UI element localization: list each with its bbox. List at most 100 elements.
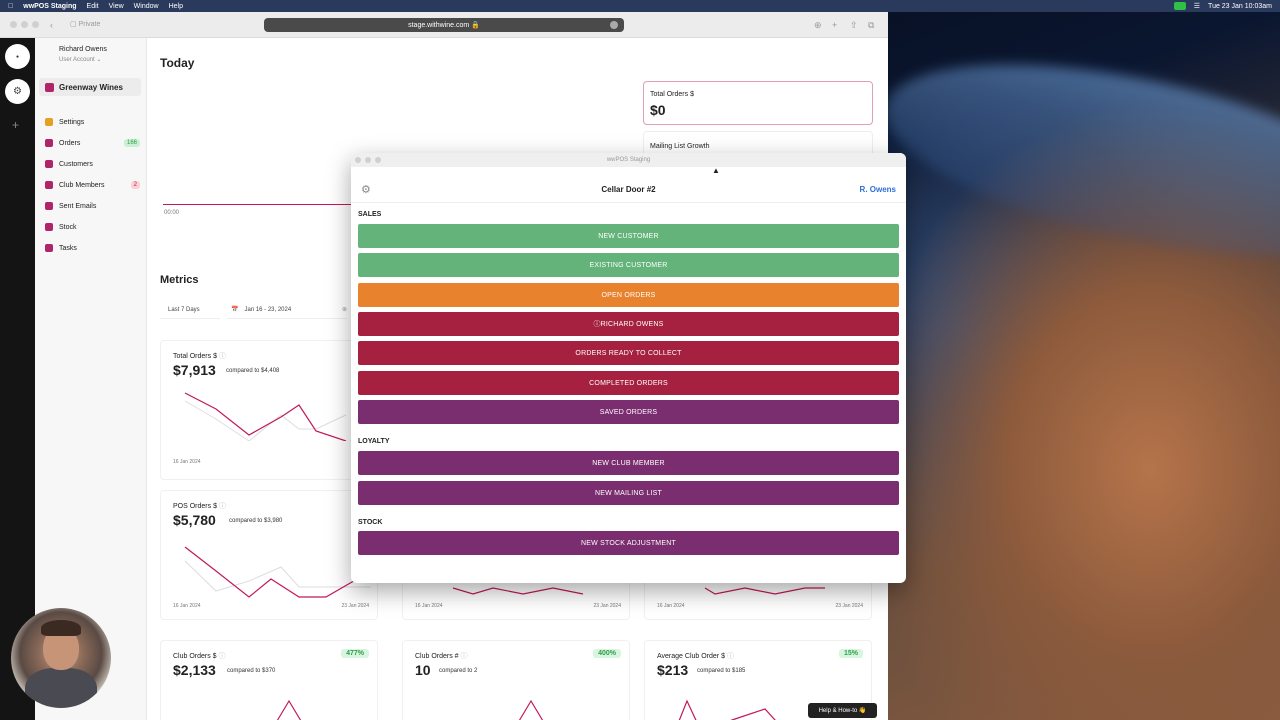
card-compare: compared to $185: [697, 668, 746, 674]
private-label: Private: [78, 21, 101, 28]
sidebar-item-label: Customers: [59, 160, 93, 168]
sidebar-item-tasks[interactable]: Tasks: [45, 241, 140, 255]
card-label: Club Orders $ ⓘ: [173, 653, 226, 660]
browser-toolbar: ‹ ▢ Private stage.withwine.com 🔒 ⊕ + ⇧ ⧉: [0, 12, 888, 38]
download-icon[interactable]: ⊕: [814, 20, 822, 31]
new-customer-button[interactable]: NEW CUSTOMER: [358, 224, 899, 248]
card-value: $5,780: [173, 512, 216, 528]
menu-window[interactable]: Window: [134, 3, 159, 10]
sidebar-item-customers[interactable]: Customers: [45, 157, 140, 171]
club-orders-sparkline: [276, 699, 302, 720]
sidebar-item-brand[interactable]: Greenway Wines: [39, 78, 141, 96]
zoom-window-button[interactable]: [32, 21, 39, 28]
sidebar-toggle-icon[interactable]: ▢ Private: [70, 20, 100, 28]
share-icon[interactable]: ⇧: [850, 20, 858, 31]
menu-help[interactable]: Help: [169, 3, 183, 10]
back-icon[interactable]: ‹: [50, 20, 53, 30]
card-change-badge: 477%: [341, 649, 369, 658]
metrics-title: Metrics: [160, 274, 199, 286]
page-title: Today: [160, 56, 195, 70]
card-compare: compared to $370: [227, 668, 276, 674]
sidebar-item-club-members[interactable]: Club Members 2: [45, 178, 140, 192]
apple-icon[interactable]: : [8, 3, 13, 10]
club-orders-value-card[interactable]: Club Orders $ ⓘ $2,133 compared to $370 …: [160, 640, 378, 720]
today-axis-label: 00:00: [164, 210, 180, 216]
help-button[interactable]: Help & How-to 👋: [808, 703, 877, 718]
tabs-overview-icon[interactable]: ⧉: [868, 20, 874, 31]
card-date-start: 16 Jan 2024: [657, 603, 685, 609]
orders-icon: [45, 139, 53, 147]
card-3-sparkline: [704, 587, 825, 595]
sidebar-item-label: Sent Emails: [59, 202, 97, 210]
workspace-logo[interactable]: ●: [5, 44, 30, 69]
card-change-badge: 400%: [593, 649, 621, 658]
clear-date-icon[interactable]: ⊗: [342, 306, 347, 313]
pos-minimize-button[interactable]: [365, 157, 371, 163]
card-change-badge: 15%: [838, 649, 863, 658]
open-orders-button[interactable]: OPEN ORDERS: [358, 283, 899, 307]
pos-orders-card[interactable]: POS Orders $ ⓘ $5,780 compared to $3,980…: [160, 490, 378, 620]
new-club-member-button[interactable]: NEW CLUB MEMBER: [358, 451, 899, 475]
sidebar-item-orders[interactable]: Orders 166: [45, 136, 140, 150]
minimize-window-button[interactable]: [21, 21, 28, 28]
address-bar[interactable]: stage.withwine.com 🔒: [264, 18, 624, 32]
date-range-picker[interactable]: 📅 Jan 16 - 23, 2024 ⊗: [227, 301, 347, 319]
pos-zoom-button[interactable]: [375, 157, 381, 163]
pos-title-bar[interactable]: wwPOS Staging: [351, 153, 906, 167]
card-value: $213: [657, 662, 689, 678]
saved-orders-button[interactable]: SAVED ORDERS: [358, 400, 899, 424]
customers-icon: [45, 160, 53, 168]
stock-icon: [45, 223, 53, 231]
pos-location-title: Cellar Door #2: [601, 185, 656, 194]
new-tab-icon[interactable]: +: [832, 20, 837, 30]
settings-icon: [45, 118, 53, 126]
pos-user-link[interactable]: R. Owens: [860, 185, 896, 194]
club-members-count-badge: 2: [130, 181, 140, 189]
card-date-start: 16 Jan 2024: [173, 459, 201, 465]
card-compare: compared to 2: [439, 668, 478, 674]
user-name[interactable]: Richard Owens: [59, 46, 107, 53]
mailing-label: Mailing List Growth: [650, 143, 710, 150]
pos-close-button[interactable]: [355, 157, 361, 163]
new-mailing-list-button[interactable]: NEW MAILING LIST: [358, 481, 899, 505]
club-orders-count-card[interactable]: Club Orders # ⓘ 10 compared to 2 400%: [402, 640, 630, 720]
tasks-icon: [45, 244, 53, 252]
user-account-menu[interactable]: User Account ⌄: [59, 56, 101, 63]
completed-orders-button[interactable]: COMPLETED ORDERS: [358, 371, 899, 395]
url-text: stage.withwine.com: [408, 21, 470, 29]
sidebar-item-sent-emails[interactable]: Sent Emails: [45, 199, 140, 213]
loyalty-section-label: LOYALTY: [358, 438, 390, 445]
sidebar-item-settings[interactable]: Settings: [45, 115, 140, 129]
total-orders-card[interactable]: Total Orders $ ⓘ $7,913 compared to $4,4…: [160, 340, 378, 480]
card-compare: compared to $3,980: [229, 518, 283, 524]
app-menu[interactable]: wwPOS Staging: [23, 3, 76, 10]
settings-workspace-icon[interactable]: ⚙: [5, 79, 30, 104]
sidebar-item-label: Stock: [59, 223, 77, 231]
email-icon: [45, 202, 53, 210]
kpi-value: $0: [650, 102, 666, 118]
facetime-icon[interactable]: [1173, 2, 1186, 10]
brand-label: Greenway Wines: [59, 82, 123, 92]
orders-ready-button[interactable]: ORDERS READY TO COLLECT: [358, 341, 899, 365]
pos-orders-sparkline: [184, 546, 372, 598]
richard-owens-order-button[interactable]: ⓘRICHARD OWENS: [358, 312, 899, 336]
today-chart-line: [163, 204, 353, 205]
card-date-end: 23 Jan 2024: [835, 603, 863, 609]
range-select[interactable]: Last 7 Days: [160, 301, 220, 319]
sidebar-item-stock[interactable]: Stock: [45, 220, 140, 234]
webcam-overlay: [11, 608, 111, 708]
menu-view[interactable]: View: [109, 3, 124, 10]
add-workspace-icon[interactable]: +: [12, 118, 19, 132]
home-icon: [45, 82, 54, 92]
card-value: $2,133: [173, 662, 216, 678]
control-center-icon[interactable]: ☰: [1194, 2, 1200, 10]
existing-customer-button[interactable]: EXISTING CUSTOMER: [358, 253, 899, 277]
menu-edit[interactable]: Edit: [87, 3, 99, 10]
total-orders-sparkline: [184, 392, 347, 441]
reader-icon[interactable]: [610, 21, 618, 29]
close-window-button[interactable]: [10, 21, 17, 28]
clock[interactable]: Tue 23 Jan 10:03am: [1208, 3, 1272, 10]
new-stock-adjustment-button[interactable]: NEW STOCK ADJUSTMENT: [358, 531, 899, 555]
total-orders-today-card[interactable]: Total Orders $ $0: [643, 81, 873, 125]
card-label: Average Club Order $ ⓘ: [657, 653, 734, 660]
